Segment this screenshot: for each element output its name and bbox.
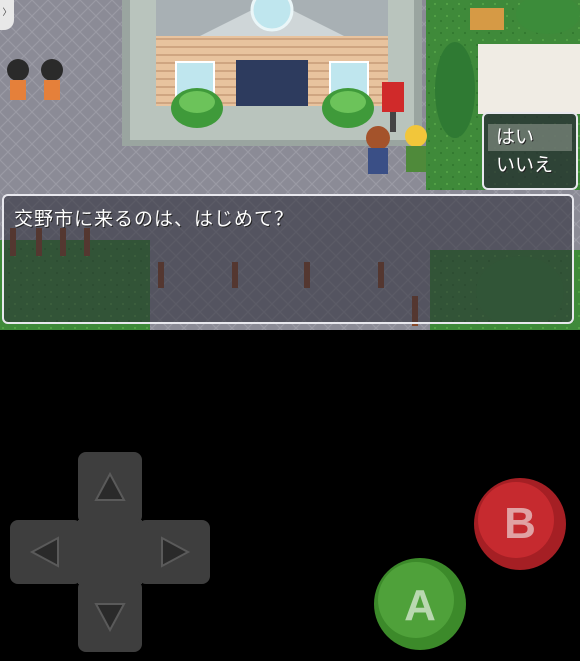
dpad-up-button[interactable] [78,452,142,524]
dpad-right-button[interactable] [138,520,210,584]
b-button[interactable]: B [472,476,568,572]
dpad-down-button[interactable] [78,580,142,652]
a-button-label: A [404,581,436,630]
arrow-left-icon [29,536,59,568]
dialog-message: 交野市に来るのは、はじめて？ [14,208,295,230]
choice-yes[interactable]: はい [488,124,572,151]
arrow-right-icon [161,536,191,568]
choice-menu: はい いいえ [482,112,578,190]
game-scene: 〉 交野市に来るのは、はじめて？ はい いいえ [0,0,580,330]
dpad-center [78,520,142,584]
dialog-box: 交野市に来るのは、はじめて？ [2,194,574,324]
choice-no[interactable]: いいえ [488,152,572,179]
b-button-label: B [504,499,536,548]
arrow-down-icon [94,603,126,633]
menu-tab-button[interactable]: 〉 [0,0,14,30]
dpad [10,452,210,652]
arrow-up-icon [94,471,126,501]
dpad-left-button[interactable] [10,520,82,584]
a-button[interactable]: A [372,556,468,652]
